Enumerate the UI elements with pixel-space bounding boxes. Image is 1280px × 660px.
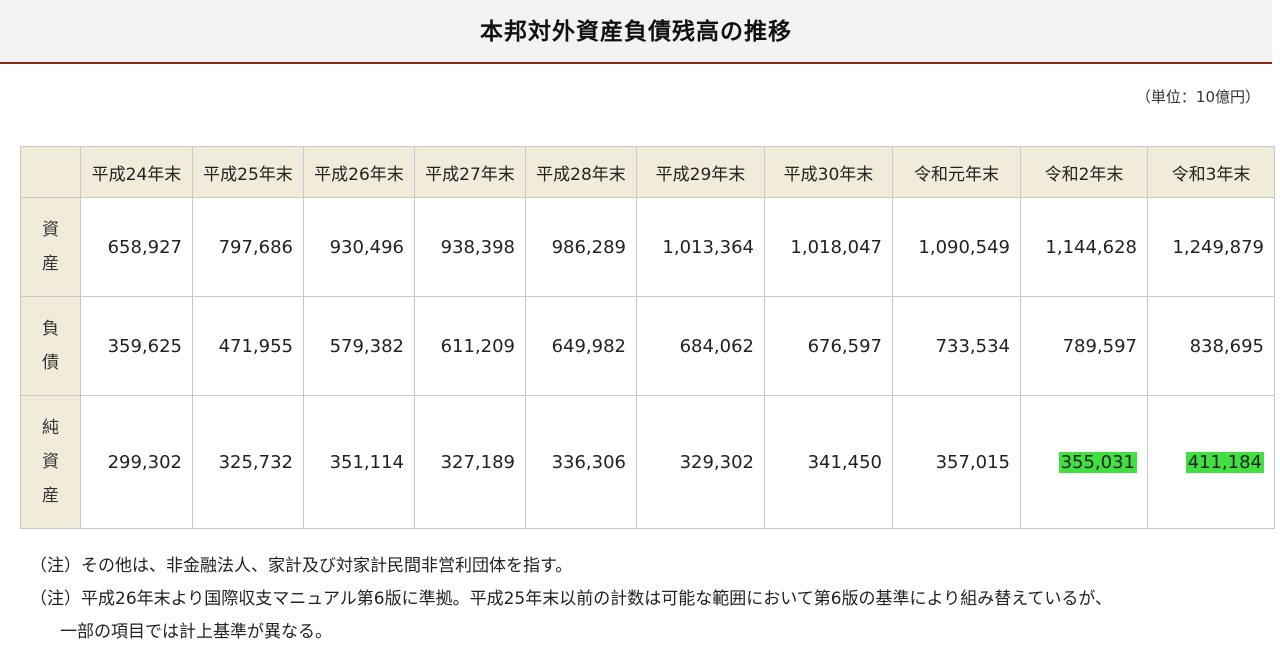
column-header: 平成24年末 [80,146,193,198]
table-cell: 1,013,364 [636,197,765,297]
table-cell: 299,302 [80,395,193,529]
table-cell: 797,686 [192,197,304,297]
table-row-liabilities: 負債 359,625 471,955 579,382 611,209 649,9… [20,296,1275,396]
table-cell: 359,625 [80,296,193,396]
table-cell: 336,306 [525,395,637,529]
note-line: （注）その他は、非金融法人、家計及び対家計民間非営利団体を指す。 [30,556,573,576]
column-header: 平成26年末 [303,146,415,198]
table-cell: 471,955 [192,296,304,396]
table-row-net-assets: 純資産 299,302 325,732 351,114 327,189 336,… [20,395,1275,529]
table-cell: 838,695 [1147,296,1275,396]
header-row: 平成24年末 平成25年末 平成26年末 平成27年末 平成28年末 平成29年… [20,146,1275,198]
table-cell: 329,302 [636,395,765,529]
table-cell: 611,209 [414,296,526,396]
table-cell: 930,496 [303,197,415,297]
table-cell: 325,732 [192,395,304,529]
table-cell: 1,144,628 [1020,197,1148,297]
note-line: 一部の項目では計上基準が異なる。 [60,622,332,642]
table-cell: 733,534 [892,296,1021,396]
table-cell: 789,597 [1020,296,1148,396]
table-cell: 938,398 [414,197,526,297]
column-header: 平成30年末 [764,146,893,198]
table-cell: 1,249,879 [1147,197,1275,297]
table-cell: 351,114 [303,395,415,529]
table-cell: 676,597 [764,296,893,396]
table-cell: 658,927 [80,197,193,297]
highlight-mark: 411,184 [1185,451,1264,473]
table-cell-highlighted: 355,031 [1020,395,1148,529]
table-cell: 341,450 [764,395,893,529]
title-bar: 本邦対外資産負債残高の推移 [0,0,1272,64]
unit-label: （単位：10億円） [1135,88,1260,106]
table-cell-highlighted: 411,184 [1147,395,1275,529]
column-header: 平成28年末 [525,146,637,198]
row-header-liabilities: 負債 [20,296,81,396]
table-cell: 327,189 [414,395,526,529]
table-cell: 649,982 [525,296,637,396]
column-header: 平成29年末 [636,146,765,198]
table-cell: 684,062 [636,296,765,396]
table-cell: 986,289 [525,197,637,297]
highlight-mark: 355,031 [1058,451,1137,473]
table-cell: 1,090,549 [892,197,1021,297]
balance-table: 平成24年末 平成25年末 平成26年末 平成27年末 平成28年末 平成29年… [20,146,1275,529]
table-row-assets: 資産 658,927 797,686 930,496 938,398 986,2… [20,197,1275,297]
column-header: 令和2年末 [1020,146,1148,198]
column-header: 令和元年末 [892,146,1021,198]
page-title: 本邦対外資産負債残高の推移 [480,19,792,45]
row-header-net-assets: 純資産 [20,395,81,529]
column-header: 令和3年末 [1147,146,1275,198]
table-cell: 357,015 [892,395,1021,529]
column-header: 平成25年末 [192,146,304,198]
column-header: 平成27年末 [414,146,526,198]
table-cell: 579,382 [303,296,415,396]
notes: （注）その他は、非金融法人、家計及び対家計民間非営利団体を指す。 （注）平成26… [30,550,1112,649]
row-header-assets: 資産 [20,197,81,297]
corner-cell [20,146,81,198]
note-line: （注）平成26年末より国際収支マニュアル第6版に準拠。平成25年末以前の計数は可… [30,589,1113,609]
table-cell: 1,018,047 [764,197,893,297]
